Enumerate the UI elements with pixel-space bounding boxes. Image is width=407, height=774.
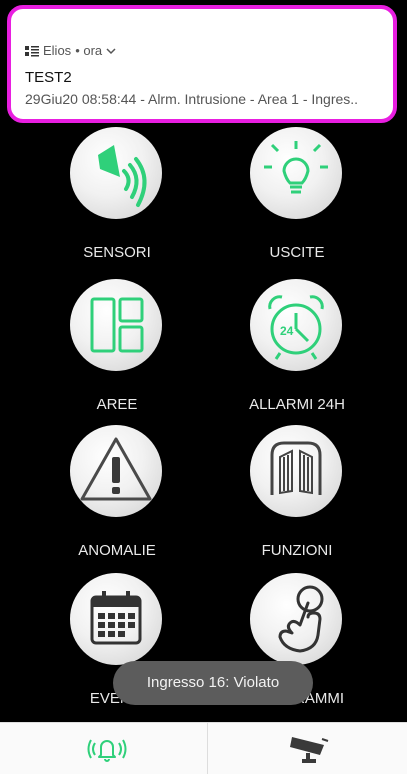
allarmi-24h-button[interactable]: 24 <box>250 279 342 371</box>
cctv-camera-icon <box>290 737 329 763</box>
tile-label: FUNZIONI <box>261 542 333 559</box>
funzioni-button[interactable] <box>250 425 342 517</box>
camera-tab-button[interactable] <box>208 723 407 774</box>
warning-icon <box>80 437 152 501</box>
svg-text:24: 24 <box>280 324 294 338</box>
anomalie-button[interactable] <box>70 425 162 517</box>
bottom-bar <box>0 722 407 774</box>
chevron-down-icon[interactable] <box>106 47 116 55</box>
notification-card[interactable]: Elios • ora TEST2 29Giu20 08:58:44 - Alr… <box>7 5 397 123</box>
notification-app-name: Elios <box>43 43 72 58</box>
notification-body: 29Giu20 08:58:44 - Alrm. Intrusione - Ar… <box>25 91 359 107</box>
gate-icon <box>270 441 322 495</box>
calendar-icon <box>90 591 142 645</box>
lightbulb-icon <box>264 141 328 194</box>
tile-label: USCITE <box>269 244 325 261</box>
notification-header: Elios • ora <box>25 43 116 58</box>
alarm-tab-button[interactable] <box>0 723 200 774</box>
toast-message: Ingresso 16: Violato <box>113 661 313 705</box>
notification-meta: • ora <box>75 43 103 58</box>
tile-label: ALLARMI 24H <box>249 396 345 413</box>
programmi-button[interactable] <box>250 573 342 665</box>
sensori-button[interactable] <box>70 127 162 219</box>
eventi-button[interactable] <box>70 573 162 665</box>
tile-label: ANOMALIE <box>78 542 156 559</box>
sensor-icon <box>98 145 147 207</box>
alarm-bell-icon <box>87 739 127 762</box>
uscite-button[interactable] <box>250 127 342 219</box>
touch-icon <box>278 585 324 653</box>
areas-icon <box>90 297 144 353</box>
notification-title: TEST2 <box>25 69 72 86</box>
app-icon <box>25 45 39 56</box>
tile-label: SENSORI <box>83 244 151 261</box>
alarm-clock-icon: 24 <box>268 295 324 360</box>
tile-label: AREE <box>96 396 138 413</box>
aree-button[interactable] <box>70 279 162 371</box>
